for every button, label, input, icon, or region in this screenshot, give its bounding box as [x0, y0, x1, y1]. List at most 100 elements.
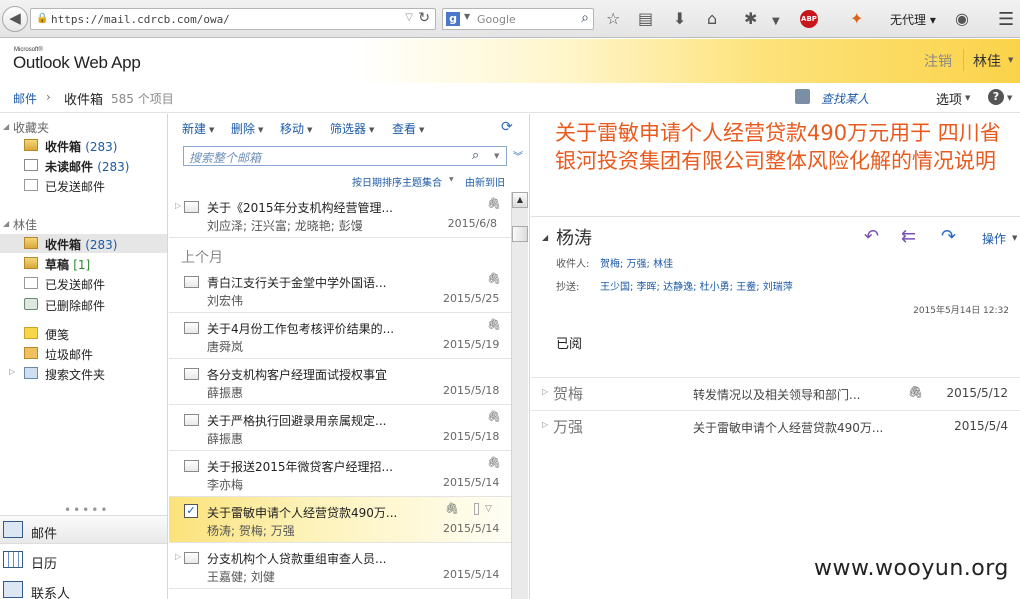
- search-icon[interactable]: ⌕: [581, 10, 589, 26]
- menu-icon[interactable]: ☰: [998, 9, 1014, 30]
- folder-deleted[interactable]: 已删除邮件: [0, 295, 167, 314]
- url-dropdown-icon[interactable]: ▽: [405, 12, 413, 23]
- message-row[interactable]: 关于严格执行回避录用亲属规定... 薛振惠 🖇 2015/5/18: [169, 405, 511, 451]
- folder-drafts[interactable]: 草稿 [1]: [0, 254, 167, 273]
- breadcrumb-mail[interactable]: 邮件: [13, 90, 37, 107]
- thread-item[interactable]: ▷ 万强 关于雷敏申请个人经营贷款490万... 2015/5/4: [531, 410, 1020, 440]
- collapse-icon[interactable]: ◢: [3, 122, 9, 131]
- firebug-icon[interactable]: ✦: [850, 9, 863, 29]
- item-count: 585 个项目: [111, 92, 174, 106]
- reply-icon[interactable]: ↶: [864, 226, 879, 247]
- signout-link[interactable]: 注销: [924, 51, 952, 71]
- expand-icon[interactable]: ▷: [9, 367, 15, 376]
- message-row[interactable]: ▷ 分支机构个人贷款重组审查人员... 王嘉健; 刘健 2015/5/14: [169, 543, 511, 589]
- delete-label: 删除: [231, 122, 256, 136]
- expand-icon[interactable]: ▷: [542, 420, 548, 429]
- browser-search-box[interactable]: g ▼ Google ⌕: [442, 8, 594, 30]
- address-bar[interactable]: 🔒 https://mail.cdrcb.com/owa/ ▽ ↻: [30, 8, 436, 30]
- move-button[interactable]: 移动 ▼: [280, 120, 312, 137]
- chevron-down-icon[interactable]: ▼: [965, 94, 970, 102]
- module-calendar[interactable]: 日历: [0, 546, 167, 575]
- user-name[interactable]: 林佳: [973, 51, 1001, 71]
- view-button[interactable]: 查看 ▼: [392, 120, 424, 137]
- chevron-down-icon[interactable]: ▼: [494, 152, 499, 160]
- reading-list-icon[interactable]: ▤: [638, 9, 653, 29]
- folder-inbox[interactable]: 收件箱 (283): [0, 234, 167, 253]
- favorite-inbox[interactable]: 收件箱 (283): [0, 136, 167, 155]
- find-person-link[interactable]: 查找某人: [821, 90, 869, 107]
- message-list-pane: 新建 ▼ 删除 ▼ 移动 ▼ 筛选器 ▼ 查看 ▼ ⟳ 搜索整个邮箱 ⌕ ▼ ︾ 按日期排…: [169, 114, 530, 599]
- scroll-thumb[interactable]: [512, 226, 528, 242]
- actions-menu[interactable]: 操作: [982, 230, 1006, 247]
- chevron-down-icon[interactable]: ▼: [1012, 234, 1017, 242]
- message-row[interactable]: 关于4月份工作包考核评价结果的... 唐舜岚 🖇 2015/5/19: [169, 313, 511, 359]
- envelope-icon: [24, 159, 38, 171]
- chevron-down-icon[interactable]: ▼: [1007, 94, 1012, 102]
- note-icon: [24, 327, 38, 339]
- chevron-down-icon[interactable]: ▼: [464, 12, 470, 21]
- forward-icon[interactable]: ↷: [941, 226, 956, 247]
- extension-icon[interactable]: ✱: [744, 9, 757, 29]
- sent-items-icon: [24, 277, 38, 289]
- message-from: 李亦梅: [207, 478, 244, 492]
- thread-item[interactable]: ▷ 贺梅 转发情况以及相关领导和部门... 🖇 2015/5/12: [531, 377, 1020, 407]
- category-icon[interactable]: ▽: [485, 504, 492, 514]
- sort-by-button[interactable]: 按日期排序主题集合: [352, 174, 442, 189]
- help-icon[interactable]: ?: [988, 89, 1004, 105]
- folder-sent[interactable]: 已发送邮件: [0, 274, 167, 293]
- proxy-switch[interactable]: 无代理 ▾: [890, 11, 936, 28]
- message-list-scrollbar[interactable]: ▲: [511, 192, 528, 599]
- expand-conversation-icon[interactable]: ▷: [175, 552, 181, 561]
- mailbox-heading[interactable]: 林佳: [13, 216, 37, 233]
- message-row-selected[interactable]: ✓ 关于雷敏申请个人经营贷款490万... 杨涛; 贺梅; 万强 🖇 ▽ 201…: [169, 497, 511, 543]
- home-icon[interactable]: ⌂: [707, 9, 717, 29]
- globe-icon[interactable]: ◉: [955, 9, 969, 29]
- message-from: 薛振惠: [207, 432, 244, 446]
- cc-recipients[interactable]: 王少国; 李晖; 达静逸; 杜小勇; 王鲞; 刘瑞萍: [600, 278, 793, 293]
- reload-icon[interactable]: ↻: [418, 10, 430, 26]
- mailbox-search-input[interactable]: 搜索整个邮箱 ⌕ ▼: [183, 146, 507, 166]
- message-row[interactable]: 关于报送2015年微贷客户经理招... 李亦梅 🖇 2015/5/14: [169, 451, 511, 497]
- collapse-icon[interactable]: ◢: [542, 233, 548, 242]
- to-recipients[interactable]: 贺梅; 万强; 林佳: [600, 255, 673, 270]
- logo-outlook-web-app: Outlook Web App: [13, 53, 141, 72]
- google-icon[interactable]: g: [446, 12, 460, 26]
- message-checkbox[interactable]: ✓: [184, 504, 198, 518]
- adblock-icon[interactable]: ABP: [800, 10, 818, 28]
- download-icon[interactable]: ⬇: [673, 9, 686, 29]
- module-contacts[interactable]: 联系人: [0, 576, 167, 599]
- message-row[interactable]: 青白江支行关于金堂中学外国语... 刘宏伟 🖇 2015/5/25: [169, 267, 511, 313]
- chevron-down-icon: ▼: [307, 125, 313, 134]
- sort-order-button[interactable]: 由新到旧: [465, 174, 505, 189]
- message-sender[interactable]: 杨涛: [556, 224, 592, 250]
- filter-button[interactable]: 筛选器 ▼: [330, 120, 374, 137]
- chevron-down-icon[interactable]: ▼: [772, 12, 780, 32]
- flag-icon[interactable]: [474, 503, 479, 515]
- favorite-sent[interactable]: 已发送邮件: [0, 176, 167, 195]
- options-menu[interactable]: 选项: [936, 89, 962, 108]
- folder-junk[interactable]: 垃圾邮件: [0, 344, 167, 363]
- chevron-down-icon[interactable]: ▼: [449, 176, 454, 183]
- refresh-icon[interactable]: ⟳: [501, 119, 513, 135]
- delete-button[interactable]: 删除 ▼: [231, 120, 263, 137]
- module-mail[interactable]: 邮件: [0, 515, 167, 544]
- expand-conversation-icon[interactable]: ▷: [175, 201, 181, 210]
- reply-all-icon[interactable]: ⇇: [901, 226, 916, 247]
- favorites-heading[interactable]: 收藏夹: [13, 119, 49, 136]
- chevron-down-icon[interactable]: ▼: [1008, 56, 1013, 64]
- folder-notes[interactable]: 便笺: [0, 324, 167, 343]
- address-book-icon[interactable]: [795, 89, 810, 104]
- back-button[interactable]: ◀: [2, 6, 28, 32]
- message-row[interactable]: 各分支机构客户经理面试授权事宜 薛振惠 2015/5/18: [169, 359, 511, 405]
- search-icon[interactable]: ⌕: [472, 148, 479, 163]
- paperclip-icon: 🖇: [487, 272, 501, 285]
- favorite-unread[interactable]: 未读邮件 (283): [0, 156, 167, 175]
- folder-search[interactable]: ▷ 搜索文件夹: [0, 364, 167, 383]
- new-button[interactable]: 新建 ▼: [182, 120, 214, 137]
- expand-icon[interactable]: ▷: [542, 387, 548, 396]
- message-row[interactable]: ▷ 关于《2015年分支机构经营管理... 刘应泽; 汪兴富; 龙晓艳; 彭馒 …: [169, 192, 511, 238]
- expand-search-icon[interactable]: ︾: [513, 148, 523, 163]
- bookmark-star-icon[interactable]: ☆: [606, 9, 620, 29]
- collapse-icon[interactable]: ◢: [3, 219, 9, 228]
- scroll-up-arrow[interactable]: ▲: [512, 192, 528, 208]
